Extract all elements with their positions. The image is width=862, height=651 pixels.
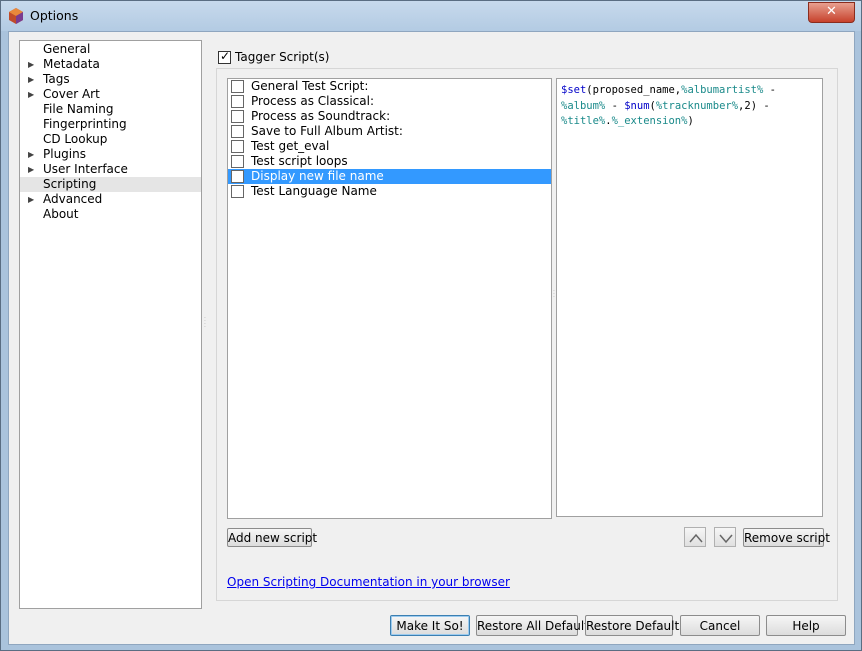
- script-enable-checkbox[interactable]: [231, 170, 244, 183]
- close-button[interactable]: ✕: [808, 2, 855, 23]
- tagger-scripts-checkbox[interactable]: ✓: [218, 49, 231, 64]
- nav-item-label: CD Lookup: [43, 132, 108, 146]
- title-bar[interactable]: Options ✕: [1, 1, 861, 31]
- cancel-button[interactable]: Cancel: [680, 615, 760, 636]
- script-enable-checkbox[interactable]: [231, 95, 244, 108]
- nav-item-label: File Naming: [43, 102, 114, 116]
- scripting-documentation-link[interactable]: Open Scripting Documentation in your bro…: [227, 575, 510, 589]
- script-list: General Test Script: Process as Classical…: [227, 78, 552, 519]
- script-list-item[interactable]: Test get_eval: [228, 139, 551, 154]
- splitter-handle[interactable]: · · · ·: [204, 316, 207, 331]
- nav-item[interactable]: ▶ Tags: [20, 72, 201, 87]
- make-it-so-button[interactable]: Make It So!: [390, 615, 470, 636]
- expand-arrow-icon[interactable]: ▶: [28, 87, 34, 102]
- nav-item[interactable]: General: [20, 42, 201, 57]
- nav-item-label: Scripting: [43, 177, 97, 191]
- script-item-label: Display new file name: [251, 169, 384, 183]
- tagger-scripts-label: Tagger Script(s): [235, 50, 330, 64]
- nav-item[interactable]: About: [20, 207, 201, 222]
- nav-item[interactable]: CD Lookup: [20, 132, 201, 147]
- script-item-label: Save to Full Album Artist:: [251, 124, 403, 138]
- expand-arrow-icon[interactable]: ▶: [28, 57, 34, 72]
- editor-line: $set(proposed_name,%albumartist% -: [561, 84, 776, 96]
- options-window: Options ✕ General ▶ Metadata ▶ Tags ▶ Cover Ar…: [0, 0, 862, 651]
- nav-item-label: General: [43, 42, 91, 56]
- nav-item[interactable]: File Naming: [20, 102, 201, 117]
- script-list-item[interactable]: Test Language Name: [228, 184, 551, 199]
- nav-item[interactable]: Fingerprinting: [20, 117, 201, 132]
- script-list-item[interactable]: Display new file name: [228, 169, 551, 184]
- restore-all-defaults-button[interactable]: Restore All Defaults: [476, 615, 595, 636]
- nav-item[interactable]: ▶ Plugins: [20, 147, 201, 162]
- nav-item-label: Tags: [43, 72, 70, 86]
- remove-script-button[interactable]: Remove script: [743, 528, 830, 547]
- dialog-body: General ▶ Metadata ▶ Tags ▶ Cover Art File Nami…: [8, 31, 855, 645]
- script-editor[interactable]: $set(proposed_name,%albumartist% - %albu…: [556, 78, 823, 517]
- window-title: Options: [30, 8, 79, 23]
- expand-arrow-icon[interactable]: ▶: [28, 147, 34, 162]
- script-list-item[interactable]: Process as Classical:: [228, 94, 551, 109]
- script-enable-checkbox[interactable]: [231, 125, 244, 138]
- move-down-button[interactable]: [714, 527, 736, 547]
- chevron-down-icon: [719, 534, 733, 544]
- nav-item[interactable]: ▶ Cover Art: [20, 87, 201, 102]
- editor-line: %title%.%_extension%): [561, 115, 694, 127]
- nav-item[interactable]: ▶ Metadata: [20, 57, 201, 72]
- script-item-label: Process as Soundtrack:: [251, 109, 391, 123]
- nav-item-label: Advanced: [43, 192, 103, 206]
- expand-arrow-icon[interactable]: ▶: [28, 162, 34, 177]
- nav-item-label: User Interface: [43, 162, 128, 176]
- nav-item-label: About: [43, 207, 79, 221]
- editor-line: %album% - $num(%tracknumber%,2) -: [561, 99, 770, 112]
- options-nav-tree: General ▶ Metadata ▶ Tags ▶ Cover Art File Nami…: [19, 40, 202, 609]
- script-enable-checkbox[interactable]: [231, 155, 244, 168]
- script-enable-checkbox[interactable]: [231, 140, 244, 153]
- script-enable-checkbox[interactable]: [231, 185, 244, 198]
- script-item-label: Test get_eval: [251, 139, 330, 153]
- script-item-label: Test Language Name: [251, 184, 377, 198]
- nav-item-label: Plugins: [43, 147, 86, 161]
- check-icon: ✓: [220, 49, 231, 63]
- add-new-script-button[interactable]: Add new script: [227, 528, 317, 547]
- expand-arrow-icon[interactable]: ▶: [28, 72, 34, 87]
- nav-item-label: Metadata: [43, 57, 100, 71]
- help-button[interactable]: Help: [766, 615, 846, 636]
- expand-arrow-icon[interactable]: ▶: [28, 192, 34, 207]
- picard-app-icon: [9, 8, 23, 24]
- script-enable-checkbox[interactable]: [231, 110, 244, 123]
- script-list-item[interactable]: General Test Script:: [228, 79, 551, 94]
- move-up-button[interactable]: [684, 527, 706, 547]
- nav-item-label: Fingerprinting: [43, 117, 127, 131]
- script-enable-checkbox[interactable]: [231, 80, 244, 93]
- script-item-label: Process as Classical:: [251, 94, 374, 108]
- script-list-item[interactable]: Test script loops: [228, 154, 551, 169]
- nav-item[interactable]: Scripting: [20, 177, 201, 192]
- nav-item-label: Cover Art: [43, 87, 100, 101]
- script-list-item[interactable]: Save to Full Album Artist:: [228, 124, 551, 139]
- script-list-item[interactable]: Process as Soundtrack:: [228, 109, 551, 124]
- script-item-label: Test script loops: [251, 154, 348, 168]
- chevron-up-icon: [689, 533, 703, 543]
- restore-defaults-button[interactable]: Restore Defaults: [585, 615, 685, 636]
- script-item-label: General Test Script:: [251, 79, 369, 93]
- nav-item[interactable]: ▶ User Interface: [20, 162, 201, 177]
- nav-item[interactable]: ▶ Advanced: [20, 192, 201, 207]
